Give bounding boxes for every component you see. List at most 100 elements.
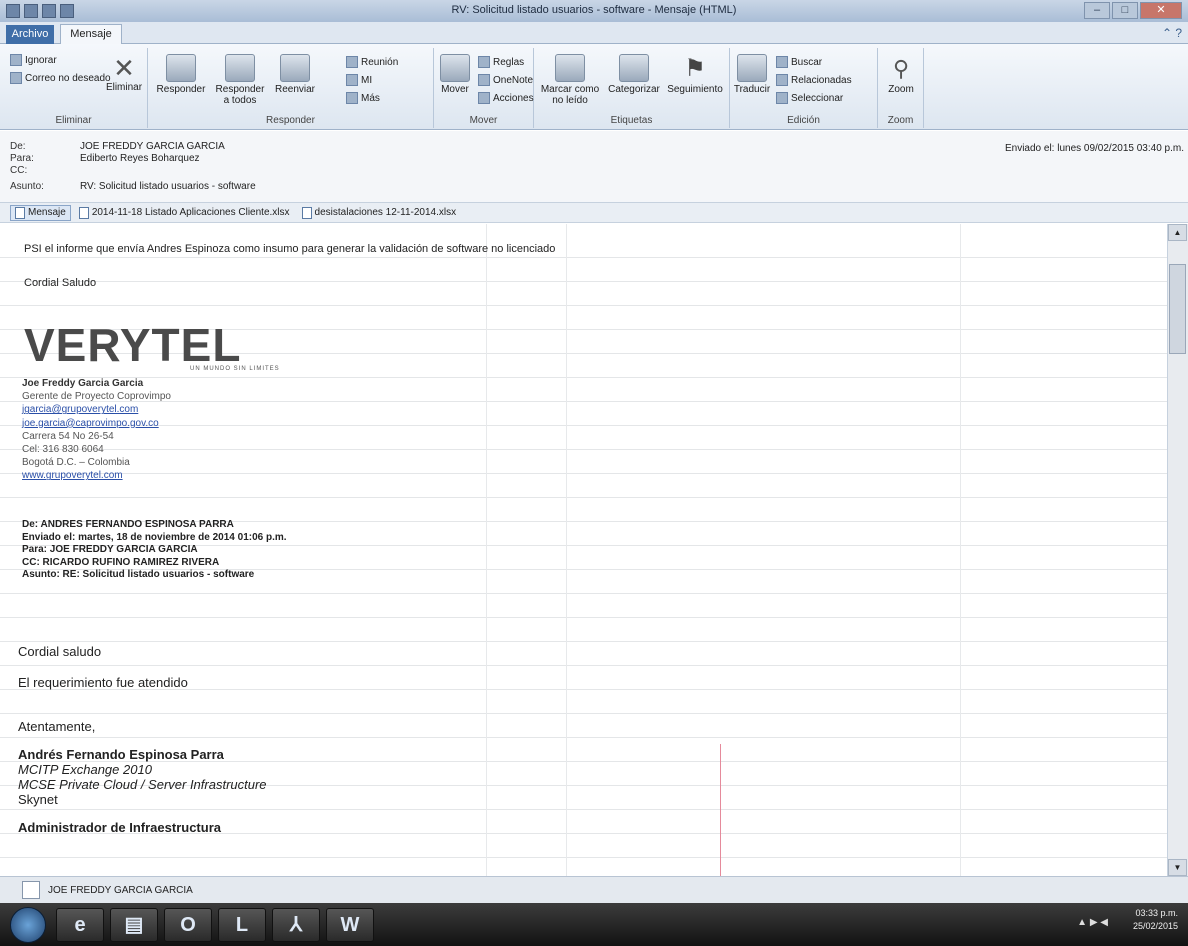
bleed-row xyxy=(0,402,1167,426)
envelope-icon xyxy=(555,54,585,82)
attachment-file[interactable]: desistalaciones 12-11-2014.xlsx xyxy=(298,206,461,220)
close-button[interactable]: ✕ xyxy=(1140,2,1182,19)
scroll-up-icon[interactable]: ▲ xyxy=(1168,224,1187,241)
mark-unread-button[interactable]: Marcar como no leído xyxy=(538,54,602,106)
select-button[interactable]: Seleccionar xyxy=(776,92,843,104)
rules-button[interactable]: Reglas xyxy=(478,56,524,68)
attachment-message[interactable]: Mensaje xyxy=(10,204,71,221)
tab-message[interactable]: Mensaje xyxy=(60,24,122,45)
reply-all-icon xyxy=(225,54,255,82)
group-respond: Responder Responder a todos Reenviar Reu… xyxy=(148,48,434,128)
fwd-subject: Asunto: RE: Solicitud listado usuarios -… xyxy=(22,569,255,580)
meeting-icon xyxy=(346,56,358,68)
fwd-cc: CC: RICARDO RUFINO RAMIREZ RIVERA xyxy=(22,556,220,568)
actions-button[interactable]: Acciones xyxy=(478,92,534,104)
fwd-sent: Enviado el: martes, 18 de noviembre de 2… xyxy=(22,531,287,543)
more-button[interactable]: Más xyxy=(346,92,380,104)
admin-title: Administrador de Infraestructura xyxy=(18,820,221,835)
junk-icon xyxy=(10,72,22,84)
sent-date: Enviado el: lunes 09/02/2015 03:40 p.m. xyxy=(1004,143,1184,154)
reply-button[interactable]: Responder xyxy=(154,54,208,95)
attachment-file[interactable]: 2014-11-18 Listado Aplicaciones Cliente.… xyxy=(75,206,294,220)
delete-icon: ✕ xyxy=(113,53,135,83)
forward-icon xyxy=(280,54,310,82)
translate-button[interactable]: Traducir xyxy=(732,54,772,95)
related-button[interactable]: Relacionadas xyxy=(776,74,852,86)
minimize-button[interactable]: – xyxy=(1084,2,1110,19)
bleed-row xyxy=(0,258,1167,282)
bleed-row xyxy=(0,834,1167,858)
ie-taskbar-icon[interactable]: e xyxy=(56,908,104,942)
tray-icons[interactable]: ▲ ▶ ◀ xyxy=(1077,917,1108,928)
ribbon-tabs: Archivo Mensaje ⌃ ? xyxy=(0,22,1188,45)
to-value[interactable]: Ediberto Reyes Boharquez xyxy=(80,153,200,164)
message-body: PSI el informe que envía Andres Espinoza… xyxy=(0,224,1167,876)
window-title: RV: Solicitud listado usuarios - softwar… xyxy=(451,4,737,16)
find-icon xyxy=(776,56,788,68)
reply-sig-name: Andrés Fernando Espinosa Parra xyxy=(18,747,224,762)
ignore-button[interactable]: Ignorar xyxy=(10,54,57,66)
reply-all-button[interactable]: Responder a todos xyxy=(212,54,268,106)
group-delete: Ignorar Correo no deseado ✕ Eliminar Elim… xyxy=(0,48,148,128)
move-button[interactable]: Mover xyxy=(438,54,472,95)
acrobat-taskbar-icon[interactable]: ⅄ xyxy=(272,908,320,942)
bleed-row xyxy=(0,426,1167,450)
maximize-button[interactable]: □ xyxy=(1112,2,1138,19)
from-value[interactable]: JOE FREDDY GARCIA GARCIA xyxy=(80,141,225,152)
excel-file-icon xyxy=(78,206,89,219)
ignore-icon xyxy=(10,54,22,66)
group-edit: Traducir Buscar Relacionadas Seleccionar… xyxy=(730,48,878,128)
signature-web-link[interactable]: www.grupoverytel.com xyxy=(22,469,171,482)
signature-email-link[interactable]: jgarcia@grupoverytel.com xyxy=(22,403,171,416)
avatar[interactable] xyxy=(22,881,40,899)
signature-cel: Cel: 316 830 6064 xyxy=(22,444,104,456)
im-button[interactable]: MI xyxy=(346,74,372,86)
contact-name[interactable]: JOE FREDDY GARCIA GARCIA xyxy=(48,885,193,896)
zoom-button[interactable]: ⚲ Zoom xyxy=(884,54,918,95)
clock[interactable]: 03:33 p.m. 25/02/2015 xyxy=(1133,907,1178,933)
junk-button[interactable]: Correo no deseado xyxy=(10,72,111,84)
find-button[interactable]: Buscar xyxy=(776,56,822,68)
bleed-column xyxy=(566,224,567,876)
from-row: De: JOE FREDDY GARCIA GARCIA xyxy=(10,141,225,152)
move-icon xyxy=(440,54,470,82)
tab-file[interactable]: Archivo xyxy=(6,25,54,44)
signature-role: Gerente de Proyecto Coprovimpo xyxy=(22,391,171,403)
signature-email-link[interactable]: joe.garcia@caprovimpo.gov.co xyxy=(22,417,171,430)
vertical-scrollbar[interactable]: ▲ ▼ xyxy=(1167,224,1188,876)
followup-button[interactable]: ⚑ Seguimiento xyxy=(664,54,726,95)
taskbar: e ▤ O L ⅄ W ▲ ▶ ◀ 03:33 p.m. 25/02/2015 xyxy=(0,903,1188,946)
flag-icon: ⚑ xyxy=(684,55,706,82)
forward-button[interactable]: Reenviar xyxy=(270,54,320,95)
reply-sig-cert: MCSE Private Cloud / Server Infrastructu… xyxy=(18,777,267,792)
title-bar: RV: Solicitud listado usuarios - softwar… xyxy=(0,0,1188,22)
scroll-thumb[interactable] xyxy=(1169,264,1186,354)
start-button[interactable] xyxy=(10,907,46,943)
categorize-button[interactable]: Categorizar xyxy=(606,54,662,95)
delete-button[interactable]: ✕ Eliminar xyxy=(104,54,144,93)
reply-greeting: Cordial saludo xyxy=(18,644,102,659)
bleed-row xyxy=(0,450,1167,474)
onenote-button[interactable]: OneNote xyxy=(478,74,533,86)
outlook-taskbar-icon[interactable]: O xyxy=(164,908,212,942)
reply-signature: Andrés Fernando Espinosa Parra MCITP Exc… xyxy=(18,747,267,807)
word-taskbar-icon[interactable]: W xyxy=(326,908,374,942)
bleed-row xyxy=(0,690,1167,714)
magnifier-icon: ⚲ xyxy=(892,56,910,81)
bleed-row xyxy=(0,378,1167,402)
lync-taskbar-icon[interactable]: L xyxy=(218,908,266,942)
im-icon xyxy=(346,74,358,86)
help-icon[interactable]: ⌃ ? xyxy=(1162,26,1182,40)
bleed-row xyxy=(0,642,1167,666)
message-icon xyxy=(15,206,25,219)
excel-file-icon xyxy=(301,206,312,219)
attachments-bar: Mensaje 2014-11-18 Listado Aplicaciones … xyxy=(0,203,1188,223)
message-header: De: JOE FREDDY GARCIA GARCIA Para: Edibert… xyxy=(0,131,1188,203)
categorize-icon xyxy=(619,54,649,82)
explorer-taskbar-icon[interactable]: ▤ xyxy=(110,908,158,942)
reply-sig-company: Skynet xyxy=(18,792,58,807)
forwarded-header: De: ANDRES FERNANDO ESPINOSA PARRA Envia… xyxy=(22,519,287,582)
scroll-down-icon[interactable]: ▼ xyxy=(1168,859,1187,876)
people-pane: JOE FREDDY GARCIA GARCIA xyxy=(0,876,1188,903)
meeting-button[interactable]: Reunión xyxy=(346,56,398,68)
